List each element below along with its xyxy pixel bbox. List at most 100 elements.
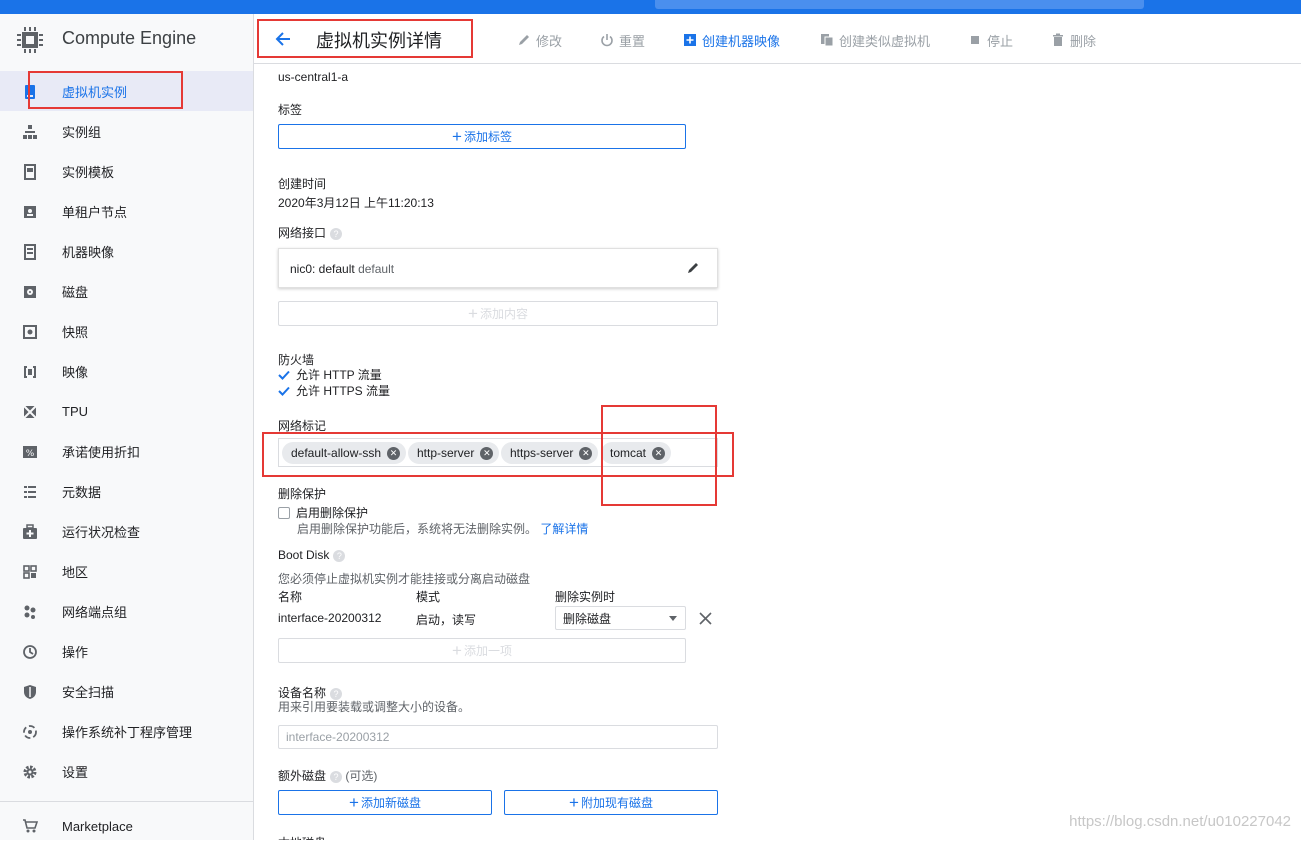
create-machine-image-button[interactable]: 创建机器映像	[683, 31, 780, 49]
edit-button[interactable]: 修改	[517, 31, 562, 49]
allow-https-row[interactable]: 允许 HTTPS 流量	[278, 382, 390, 399]
sidebar-item-label: 操作系统补丁程序管理	[62, 724, 193, 740]
sidebar-item-label: 虚拟机实例	[62, 84, 128, 100]
allow-http-row[interactable]: 允许 HTTP 流量	[278, 366, 382, 383]
add-item-text: 添加内容	[479, 307, 528, 321]
sidebar-item-sole-tenant-nodes[interactable]: 单租户节点	[0, 191, 253, 231]
add-label-button[interactable]: + 添加标签	[278, 124, 686, 149]
deletion-protection-label: 启用删除保护	[296, 506, 369, 520]
sidebar-item-security-scan[interactable]: 安全扫描	[0, 671, 253, 711]
deletion-protection-desc-text: 启用删除保护功能后，系统将无法删除实例。	[297, 522, 538, 536]
nic-network: default	[358, 262, 395, 276]
snapshot-icon	[23, 325, 37, 339]
disk-name: interface-20200312	[278, 611, 382, 625]
add-item-button[interactable]: + 添加内容	[278, 301, 718, 326]
created-title: 创建时间	[278, 177, 327, 191]
help-icon[interactable]: ?	[330, 227, 343, 240]
network-tags-title: 网络标记	[278, 419, 327, 433]
create-similar-vm-label: 创建类似虚拟机	[839, 33, 931, 49]
create-similar-vm-button[interactable]: 创建类似虚拟机	[820, 31, 930, 49]
add-new-disk-text: 添加新磁盘	[360, 796, 421, 810]
reset-button[interactable]: 重置	[600, 31, 645, 49]
sidebar-item-metadata[interactable]: 元数据	[0, 471, 253, 511]
sidebar-item-images[interactable]: 映像	[0, 351, 253, 391]
remove-tag-icon[interactable]: ✕	[387, 446, 401, 460]
checkmark-icon[interactable]	[278, 369, 290, 381]
checkmark-icon[interactable]	[278, 385, 290, 397]
sidebar-item-settings[interactable]: 设置	[0, 751, 253, 791]
extra-disks-title: 额外磁盘? (可选)	[278, 767, 377, 784]
attach-existing-disk-button[interactable]: + 附加现有磁盘	[504, 790, 718, 815]
tpu-icon	[23, 405, 37, 419]
zone-icon	[23, 565, 37, 579]
sidebar-item-os-patch-management[interactable]: 操作系统补丁程序管理	[0, 711, 253, 751]
next-section-title: 本地磁盘	[278, 834, 326, 840]
gear-icon	[23, 765, 37, 779]
operations-icon	[23, 645, 37, 659]
deletion-protection-row[interactable]: 启用删除保护	[278, 504, 368, 521]
page-title: 虚拟机实例详情	[316, 31, 442, 51]
allow-https-label: 允许 HTTPS 流量	[296, 384, 391, 398]
search-bar[interactable]	[655, 0, 1144, 9]
deletion-protection-checkbox[interactable]	[278, 506, 290, 519]
health-check-icon	[23, 524, 37, 539]
sidebar-item-marketplace[interactable]: Marketplace	[0, 810, 253, 844]
sidebar-item-vm-instances[interactable]: 虚拟机实例	[0, 71, 253, 111]
pencil-icon[interactable]	[686, 261, 700, 275]
on-delete-select[interactable]: 删除磁盘	[555, 606, 686, 630]
close-icon[interactable]	[699, 612, 712, 625]
sidebar-item-machine-images[interactable]: 机器映像	[0, 231, 253, 271]
stop-icon	[971, 36, 979, 44]
add-one-button[interactable]: + 添加一项	[278, 638, 686, 663]
marketplace-label: Marketplace	[62, 819, 133, 834]
tag-chip: https-server ✕	[501, 442, 599, 464]
edit-label: 修改	[536, 33, 563, 49]
sidebar-item-label: TPU	[62, 403, 88, 419]
nic-name: nic0: default	[290, 262, 355, 276]
learn-more-link[interactable]: 了解详情	[540, 522, 588, 536]
sidebar-item-health-checks[interactable]: 运行状况检查	[0, 511, 253, 551]
sidebar-item-operations[interactable]: 操作	[0, 631, 253, 671]
page-header: 虚拟机实例详情 修改 重置 创建机器映像 创建类似虚拟机 停止 删除	[254, 14, 1301, 64]
add-one-text: 添加一项	[463, 644, 512, 658]
sidebar-item-label: 设置	[62, 764, 89, 780]
delete-label: 删除	[1070, 33, 1097, 49]
delete-button[interactable]: 删除	[1051, 31, 1096, 49]
sidebar-item-zones[interactable]: 地区	[0, 551, 253, 591]
instance-template-icon	[24, 164, 36, 180]
sidebar-item-label: 实例模板	[62, 164, 115, 180]
disk-mode: 启动，读写	[416, 613, 477, 627]
remove-tag-icon[interactable]: ✕	[480, 446, 494, 460]
device-name-input[interactable]: interface-20200312	[278, 725, 718, 749]
on-delete-value: 删除磁盘	[563, 611, 612, 626]
sidebar-item-label: 磁盘	[62, 284, 89, 300]
sidebar-item-committed-use-discounts[interactable]: % 承诺使用折扣	[0, 431, 253, 471]
back-arrow-icon[interactable]	[272, 28, 294, 50]
help-icon[interactable]: ?	[333, 549, 346, 562]
power-icon	[601, 34, 613, 47]
sidebar-item-instance-templates[interactable]: 实例模板	[0, 151, 253, 191]
sidebar-item-snapshots[interactable]: 快照	[0, 311, 253, 351]
col-name: 名称	[278, 590, 303, 604]
remove-tag-icon[interactable]: ✕	[652, 446, 666, 460]
sidebar-item-disks[interactable]: 磁盘	[0, 271, 253, 311]
app-title: Compute Engine	[62, 28, 197, 48]
sidebar-item-tpu[interactable]: TPU	[0, 391, 253, 431]
shield-icon	[24, 685, 36, 699]
network-tags-input[interactable]: default-allow-ssh ✕ http-server ✕ https-…	[278, 438, 718, 467]
sidebar-nav: 虚拟机实例 实例组 实例模板 单租户节点 机器映像 磁盘 快照 映像 TPU %…	[0, 71, 253, 791]
col-mode: 模式	[416, 590, 441, 604]
help-icon[interactable]: ?	[330, 770, 343, 783]
sidebar-item-network-endpoint-groups[interactable]: 网络端点组	[0, 591, 253, 631]
sidebar-item-instance-groups[interactable]: 实例组	[0, 111, 253, 151]
add-new-disk-button[interactable]: + 添加新磁盘	[278, 790, 492, 815]
zone-value: us-central1-a	[278, 70, 349, 84]
remove-tag-icon[interactable]: ✕	[579, 446, 593, 460]
plus-icon: +	[452, 640, 462, 660]
sidebar-item-label: 映像	[62, 364, 89, 380]
allow-http-label: 允许 HTTP 流量	[296, 368, 382, 382]
trash-icon	[1053, 33, 1063, 46]
instance-group-icon	[23, 125, 37, 139]
pencil-icon	[519, 35, 529, 45]
stop-button[interactable]: 停止	[968, 31, 1013, 49]
